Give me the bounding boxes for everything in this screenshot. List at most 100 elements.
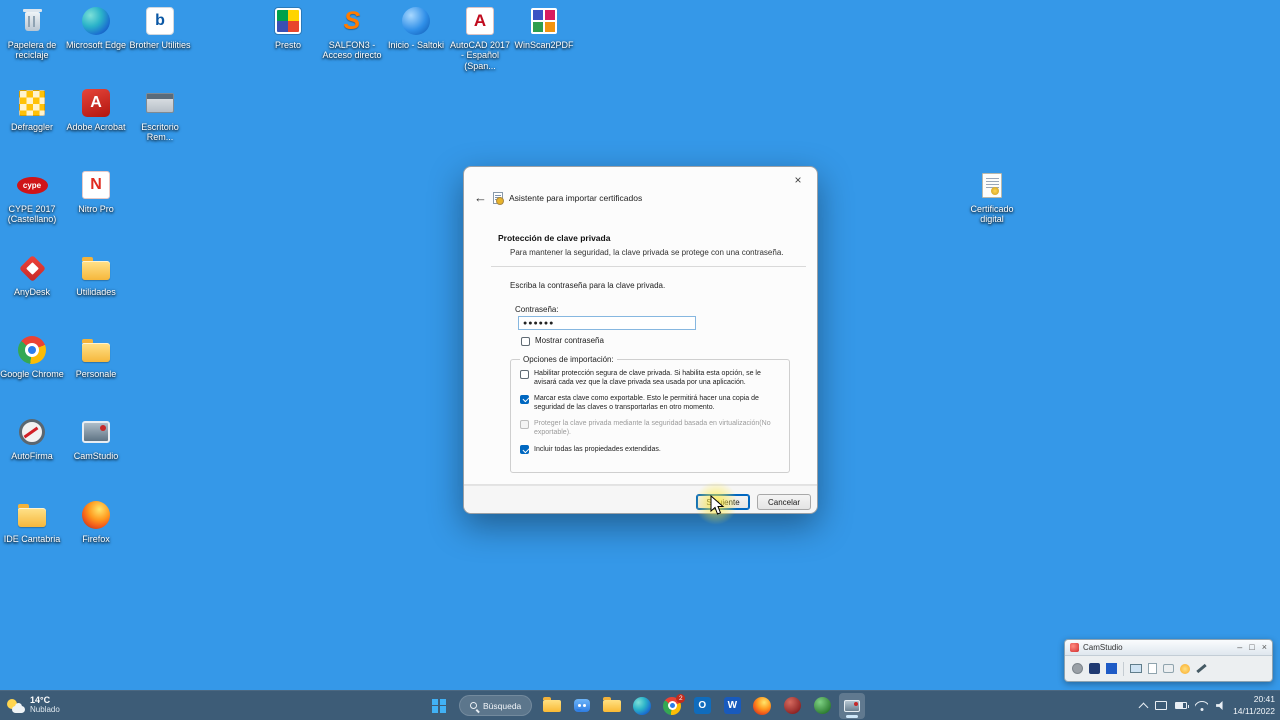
instruction-text: Escriba la contraseña para la clave priv…: [510, 281, 665, 290]
desktop-icon-inicio-saltoki[interactable]: Inicio - Saltoki: [384, 4, 448, 50]
desktop-icon-brother-utilities[interactable]: b Brother Utilities: [128, 4, 192, 50]
checkbox-label: Habilitar protección segura de clave pri…: [534, 369, 780, 387]
tray-date: 14/11/2022: [1233, 706, 1275, 717]
autocad-letter: A: [474, 11, 486, 31]
icon-label: Adobe Acrobat: [64, 122, 128, 132]
desktop-icon-personale[interactable]: Personale: [64, 333, 128, 379]
icon-label: Presto: [256, 40, 320, 50]
edge-icon: [79, 4, 113, 38]
taskbar-green-app[interactable]: [809, 693, 835, 719]
taskbar-search[interactable]: Búsqueda: [459, 695, 532, 716]
display-tray-icon[interactable]: [1155, 701, 1167, 710]
desktop-icon-firefox[interactable]: Firefox: [64, 498, 128, 544]
salfon-letter: S: [344, 7, 361, 35]
taskbar-edge[interactable]: [629, 693, 655, 719]
desktop-icon-google-chrome[interactable]: Google Chrome: [0, 333, 64, 379]
edge-icon: [633, 697, 651, 715]
taskbar-folder[interactable]: [599, 693, 625, 719]
effects-icon[interactable]: [1180, 664, 1190, 674]
desktop-icon-autocad[interactable]: A AutoCAD 2017 - Español (Span...: [448, 4, 512, 71]
maximize-icon[interactable]: □: [1249, 643, 1254, 652]
brother-utilities-icon: b: [143, 4, 177, 38]
start-button[interactable]: [426, 693, 452, 719]
salfon3-icon: S: [335, 4, 369, 38]
checkbox-icon: [521, 337, 530, 346]
acrobat-icon: A: [79, 86, 113, 120]
taskbar-firefox[interactable]: [749, 693, 775, 719]
desktop-icon-recycle-bin[interactable]: Papelera de reciclaje: [0, 4, 64, 61]
icon-label: Certificado digital: [960, 204, 1024, 225]
region-icon[interactable]: [1130, 664, 1142, 673]
camstudio-icon: [844, 700, 860, 712]
icon-label: AnyDesk: [0, 287, 64, 297]
desktop-icon-ide-cantabria[interactable]: IDE Cantabria: [0, 498, 64, 544]
nitro-pro-icon: N: [79, 168, 113, 202]
checkbox-label: Marcar esta clave como exportable. Esto …: [534, 394, 780, 412]
taskbar-teams-chat[interactable]: [569, 693, 595, 719]
option-strong-protection-checkbox[interactable]: Habilitar protección segura de clave pri…: [520, 369, 780, 387]
taskbar-word[interactable]: W: [719, 693, 745, 719]
folder-icon: [79, 333, 113, 367]
password-input[interactable]: [518, 316, 696, 330]
icon-label: CYPE 2017 (Castellano): [0, 204, 64, 225]
icon-label: WinScan2PDF: [512, 40, 576, 50]
option-vbs-protection-checkbox: Proteger la clave privada mediante la se…: [520, 419, 780, 437]
hidden-icons-chevron-icon[interactable]: [1139, 702, 1149, 712]
options-group-label: Opciones de importación:: [520, 355, 617, 364]
presto-icon: [271, 4, 305, 38]
volume-icon[interactable]: [1216, 701, 1225, 710]
annotation-icon[interactable]: [1163, 664, 1174, 673]
option-mark-exportable-checkbox[interactable]: Marcar esta clave como exportable. Esto …: [520, 394, 780, 412]
checkbox-checked-icon: [520, 395, 529, 404]
close-icon[interactable]: ×: [1262, 643, 1267, 652]
taskbar-chrome[interactable]: 2: [659, 693, 685, 719]
next-button[interactable]: Siguiente: [696, 494, 750, 510]
green-app-icon: [814, 697, 831, 714]
camstudio-titlebar[interactable]: CamStudio – □ ×: [1065, 640, 1272, 656]
icon-label: Papelera de reciclaje: [0, 40, 64, 61]
icon-label: IDE Cantabria: [0, 534, 64, 544]
certificate-wizard-icon: [493, 192, 503, 204]
option-extended-properties-checkbox[interactable]: Incluir todas las propiedades extendidas…: [520, 445, 780, 455]
firefox-icon: [753, 697, 771, 715]
tools-icon[interactable]: [1196, 664, 1206, 673]
record-button[interactable]: [1072, 663, 1083, 674]
desktop-icon-defraggler[interactable]: Defraggler: [0, 86, 64, 132]
taskbar-camstudio[interactable]: [839, 693, 865, 719]
pause-button[interactable]: [1089, 663, 1100, 674]
desktop-icon-camstudio[interactable]: CamStudio: [64, 415, 128, 461]
desktop-icon-anydesk[interactable]: AnyDesk: [0, 251, 64, 297]
close-icon[interactable]: ×: [784, 170, 812, 189]
camstudio-icon: [79, 415, 113, 449]
certificate-import-wizard-dialog: × ← Asistente para importar certificados…: [463, 166, 818, 514]
network-icon[interactable]: [1195, 701, 1208, 711]
tray-clock[interactable]: 20:41 14/11/2022: [1233, 694, 1275, 716]
desktop-icon-autofirma[interactable]: AutoFirma: [0, 415, 64, 461]
desktop-icon-certificado-digital[interactable]: Certificado digital: [960, 168, 1024, 225]
desktop-icon-edge[interactable]: Microsoft Edge: [64, 4, 128, 50]
folder-icon: [603, 700, 621, 712]
desktop-icon-adobe-acrobat[interactable]: A Adobe Acrobat: [64, 86, 128, 132]
acrobat-letter: A: [90, 94, 102, 112]
minimize-icon[interactable]: –: [1237, 643, 1242, 652]
desktop-icon-utilidades[interactable]: Utilidades: [64, 251, 128, 297]
desktop-icon-winscan2pdf[interactable]: WinScan2PDF: [512, 4, 576, 50]
notification-badge: 2: [676, 694, 685, 703]
stop-button[interactable]: [1106, 663, 1117, 674]
firefox-icon: [79, 498, 113, 532]
show-password-checkbox[interactable]: Mostrar contraseña: [521, 336, 604, 346]
battery-icon[interactable]: [1175, 702, 1187, 709]
desktop-icon-presto[interactable]: Presto: [256, 4, 320, 50]
desktop-icon-cype[interactable]: cype CYPE 2017 (Castellano): [0, 168, 64, 225]
desktop-icon-escritorio-remoto[interactable]: Escritorio Rem...: [128, 86, 192, 143]
taskbar-outlook[interactable]: O: [689, 693, 715, 719]
cancel-button[interactable]: Cancelar: [757, 494, 811, 510]
folder-icon: [79, 251, 113, 285]
desktop-icon-nitro-pro[interactable]: N Nitro Pro: [64, 168, 128, 214]
back-arrow-icon[interactable]: ←: [474, 191, 487, 204]
document-icon[interactable]: [1148, 663, 1157, 674]
desktop-icon-salfon3[interactable]: S SALFON3 - Acceso directo: [320, 4, 384, 61]
taskbar-red-app[interactable]: [779, 693, 805, 719]
taskbar-file-explorer[interactable]: [539, 693, 565, 719]
weather-widget[interactable]: 14°C Nublado: [7, 691, 60, 720]
